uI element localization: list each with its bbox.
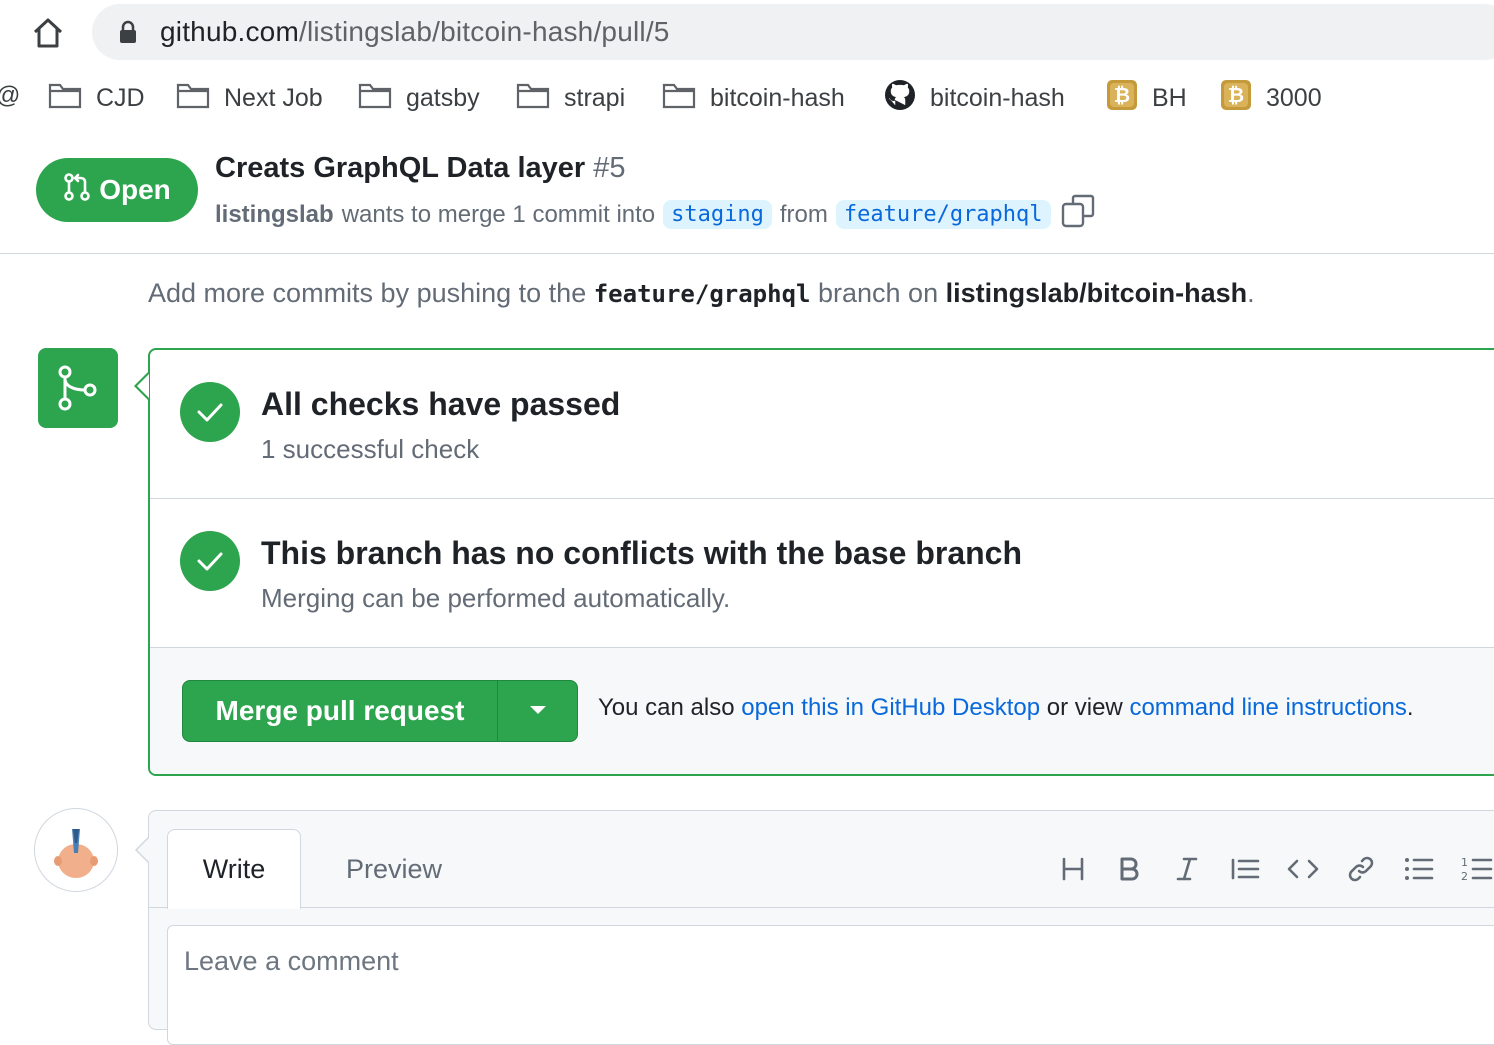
- bitcoin-icon: ₿: [1106, 79, 1138, 118]
- tab-write[interactable]: Write: [167, 829, 301, 909]
- conflicts-subtitle: Merging can be performed automatically.: [261, 583, 731, 613]
- github-icon: [884, 79, 916, 118]
- base-branch[interactable]: staging: [663, 200, 772, 229]
- pr-header: Open Creats GraphQL Data layer #5 listin…: [0, 132, 1494, 254]
- folder-icon: [176, 81, 210, 116]
- bookmark-strapi[interactable]: strapi: [516, 80, 625, 116]
- merge-method-dropdown[interactable]: [497, 681, 578, 741]
- checks-subtitle: 1 successful check: [261, 434, 480, 464]
- url-text[interactable]: github.com/listingslab/bitcoin-hash/pull…: [160, 14, 670, 50]
- bitcoin-icon: ₿: [1220, 79, 1252, 118]
- hint-prefix: Add more commits by pushing to the: [148, 278, 587, 308]
- hint-middle: branch on: [818, 278, 939, 308]
- comment-textarea[interactable]: [167, 925, 1494, 1045]
- bookmark-next-job[interactable]: Next Job: [176, 80, 323, 116]
- command-line-instructions-link[interactable]: command line instructions: [1129, 694, 1406, 721]
- merge-status-icon-tile: [38, 348, 118, 428]
- home-icon[interactable]: [30, 16, 66, 50]
- bookmark-bh[interactable]: ₿ BH: [1106, 79, 1187, 118]
- lock-icon[interactable]: [118, 20, 138, 44]
- pr-meta: listingslab wants to merge 1 commit into…: [215, 194, 1095, 235]
- check-success-icon: [180, 382, 240, 442]
- pr-title: Creats GraphQL Data layer #5: [215, 152, 626, 185]
- merge-button-group: Merge pull request: [182, 680, 578, 742]
- head-branch[interactable]: feature/graphql: [835, 200, 1051, 229]
- quote-icon[interactable]: [1227, 851, 1263, 887]
- comment-form: Write Preview 12: [148, 810, 1494, 1045]
- url-bar[interactable]: github.com/listingslab/bitcoin-hash/pull…: [92, 4, 1494, 60]
- caret-down-icon: [529, 702, 547, 720]
- alt-middle: or view: [1046, 694, 1123, 721]
- hint-suffix: .: [1247, 278, 1255, 308]
- code-icon[interactable]: [1285, 851, 1321, 887]
- bookmark-label: Next Job: [224, 83, 323, 112]
- bookmark-gatsby[interactable]: gatsby: [358, 80, 480, 116]
- ordered-list-icon[interactable]: 12: [1459, 851, 1494, 887]
- merge-pull-request-button[interactable]: Merge pull request: [183, 681, 497, 741]
- conflicts-title: This branch has no conflicts with the ba…: [261, 535, 1023, 571]
- push-hint: Add more commits by pushing to the featu…: [148, 278, 1255, 309]
- merge-actions: Merge pull request You can also open thi…: [150, 648, 1494, 774]
- bookmark-label: 3000: [1266, 83, 1322, 112]
- link-icon[interactable]: [1343, 851, 1379, 887]
- pr-meta-text: wants to merge 1 commit into: [341, 200, 656, 228]
- italic-icon[interactable]: [1169, 851, 1205, 887]
- bookmark-label: BH: [1152, 83, 1187, 112]
- heading-icon[interactable]: [1055, 851, 1091, 887]
- open-in-desktop-link[interactable]: open this in GitHub Desktop: [741, 694, 1040, 721]
- folder-icon: [662, 81, 696, 116]
- svg-text:2: 2: [1461, 870, 1468, 883]
- bookmarks-bar: @ CJD Next Job gatsby strapi bitcoin-has…: [0, 66, 1494, 133]
- bookmark-partial[interactable]: @: [0, 82, 20, 110]
- url-host: github.com: [160, 16, 299, 47]
- pr-from-text: from: [779, 200, 828, 228]
- checks-title: All checks have passed: [261, 386, 621, 422]
- check-success-icon: [180, 531, 240, 591]
- merge-box-pointer-inner: [137, 374, 149, 398]
- bookmark-3000[interactable]: ₿ 3000: [1220, 79, 1322, 118]
- git-merge-icon: [56, 364, 100, 417]
- svg-text:₿: ₿: [1228, 83, 1244, 107]
- unordered-list-icon[interactable]: [1401, 851, 1437, 887]
- browser-address-row: github.com/listingslab/bitcoin-hash/pull…: [0, 0, 1494, 66]
- svg-text:1: 1: [1461, 856, 1468, 869]
- copy-icon[interactable]: [1061, 194, 1095, 235]
- merge-box: All checks have passed 1 successful chec…: [148, 348, 1494, 776]
- pr-number: #5: [593, 152, 626, 184]
- folder-icon: [358, 81, 392, 116]
- bookmark-label: strapi: [564, 83, 626, 112]
- bookmark-label: gatsby: [406, 83, 480, 112]
- pr-state-badge: Open: [36, 158, 198, 222]
- conflicts-section: This branch has no conflicts with the ba…: [150, 499, 1494, 648]
- folder-icon: [48, 81, 82, 116]
- tab-preview[interactable]: Preview: [319, 829, 469, 909]
- svg-text:₿: ₿: [1114, 83, 1130, 107]
- pr-title-text: Creats GraphQL Data layer: [215, 152, 586, 184]
- url-path: /listingslab/bitcoin-hash/pull/5: [298, 16, 670, 47]
- bookmark-label: CJD: [96, 83, 145, 112]
- hint-repo: listingslab/bitcoin-hash: [945, 278, 1248, 308]
- comment-box-pointer-inner: [137, 838, 149, 862]
- bookmark-bitcoin-hash-github[interactable]: bitcoin-hash: [884, 79, 1065, 118]
- bookmark-bitcoin-hash-folder[interactable]: bitcoin-hash: [662, 80, 845, 116]
- bookmark-cjd[interactable]: CJD: [48, 80, 145, 116]
- bookmark-label: bitcoin-hash: [930, 83, 1065, 112]
- pr-author-link[interactable]: listingslab: [215, 201, 334, 229]
- bookmark-label: bitcoin-hash: [710, 83, 845, 112]
- alt-suffix: .: [1406, 694, 1414, 721]
- bold-icon[interactable]: [1111, 851, 1147, 887]
- hint-branch: feature/graphql: [593, 280, 811, 308]
- pull-request-icon: [63, 172, 91, 209]
- folder-icon: [516, 81, 550, 116]
- avatar[interactable]: [34, 808, 118, 892]
- checks-section: All checks have passed 1 successful chec…: [150, 350, 1494, 499]
- alt-prefix: You can also: [598, 694, 735, 721]
- merge-alternatives: You can also open this in GitHub Desktop…: [598, 694, 1414, 722]
- pr-state-label: Open: [99, 174, 171, 205]
